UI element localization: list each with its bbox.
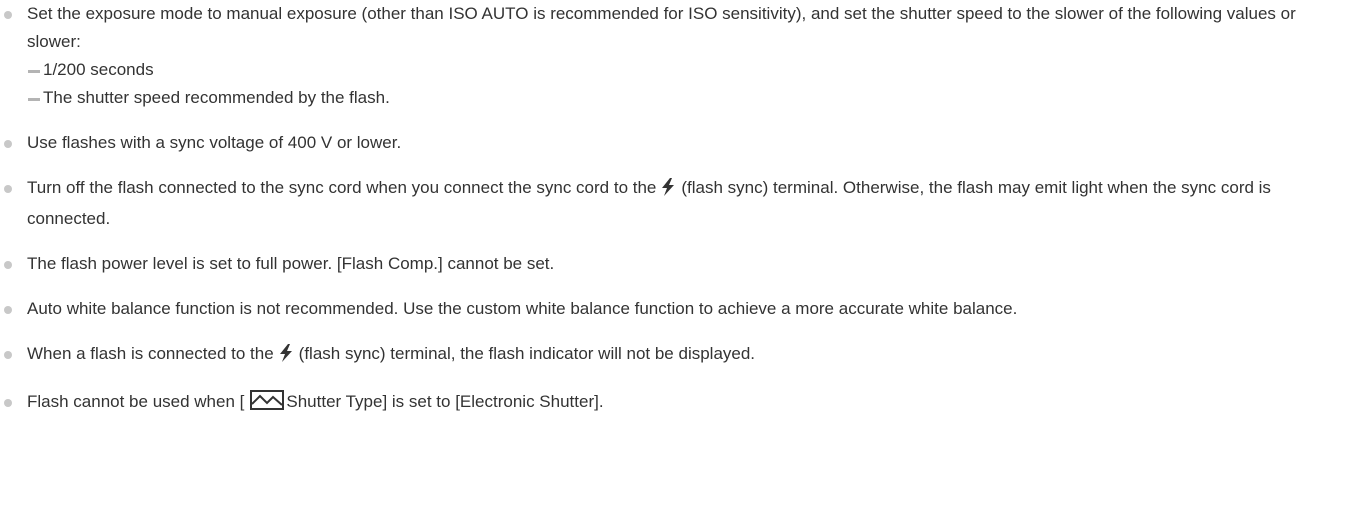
bullet-icon bbox=[4, 261, 12, 269]
bullet-icon bbox=[4, 140, 12, 148]
note-item: The flash power level is set to full pow… bbox=[0, 250, 1317, 278]
note-text-after: (flash sync) terminal, the flash indicat… bbox=[298, 344, 756, 363]
note-text: Auto white balance function is not recom… bbox=[27, 299, 1018, 318]
dash-icon bbox=[28, 70, 40, 73]
note-item: Flash cannot be used when [ Shutter Type]… bbox=[0, 388, 1317, 419]
dash-icon bbox=[28, 98, 40, 101]
note-text-before: Turn off the flash connected to the sync… bbox=[27, 178, 657, 197]
bullet-icon bbox=[4, 306, 12, 314]
note-text-before: When a flash is connected to the bbox=[27, 344, 274, 363]
note-text: The flash power level is set to full pow… bbox=[27, 254, 555, 273]
note-text-after: Shutter Type] is set to [Electronic Shut… bbox=[286, 392, 604, 411]
flash-sync-icon bbox=[279, 343, 293, 371]
bullet-icon bbox=[4, 11, 12, 19]
bullet-icon bbox=[4, 399, 12, 407]
note-item: Auto white balance function is not recom… bbox=[0, 295, 1317, 323]
note-text-before: Flash cannot be used when [ bbox=[27, 392, 245, 411]
sub-list: 1/200 seconds The shutter speed recommen… bbox=[27, 56, 1317, 112]
note-text: Set the exposure mode to manual exposure… bbox=[27, 4, 1296, 51]
flash-sync-icon bbox=[661, 177, 675, 205]
note-item: When a flash is connected to the (flash s… bbox=[0, 340, 1317, 371]
notes-list: Set the exposure mode to manual exposure… bbox=[0, 0, 1351, 419]
bullet-icon bbox=[4, 351, 12, 359]
sub-item: The shutter speed recommended by the fla… bbox=[27, 84, 1317, 112]
sub-text: 1/200 seconds bbox=[43, 60, 154, 79]
note-text: Use flashes with a sync voltage of 400 V… bbox=[27, 133, 402, 152]
note-item: Set the exposure mode to manual exposure… bbox=[0, 0, 1317, 112]
sub-item: 1/200 seconds bbox=[27, 56, 1317, 84]
bullet-icon bbox=[4, 185, 12, 193]
note-item: Turn off the flash connected to the sync… bbox=[0, 174, 1317, 233]
note-item: Use flashes with a sync voltage of 400 V… bbox=[0, 129, 1317, 157]
shutter-type-icon bbox=[250, 390, 285, 419]
sub-text: The shutter speed recommended by the fla… bbox=[43, 88, 390, 107]
